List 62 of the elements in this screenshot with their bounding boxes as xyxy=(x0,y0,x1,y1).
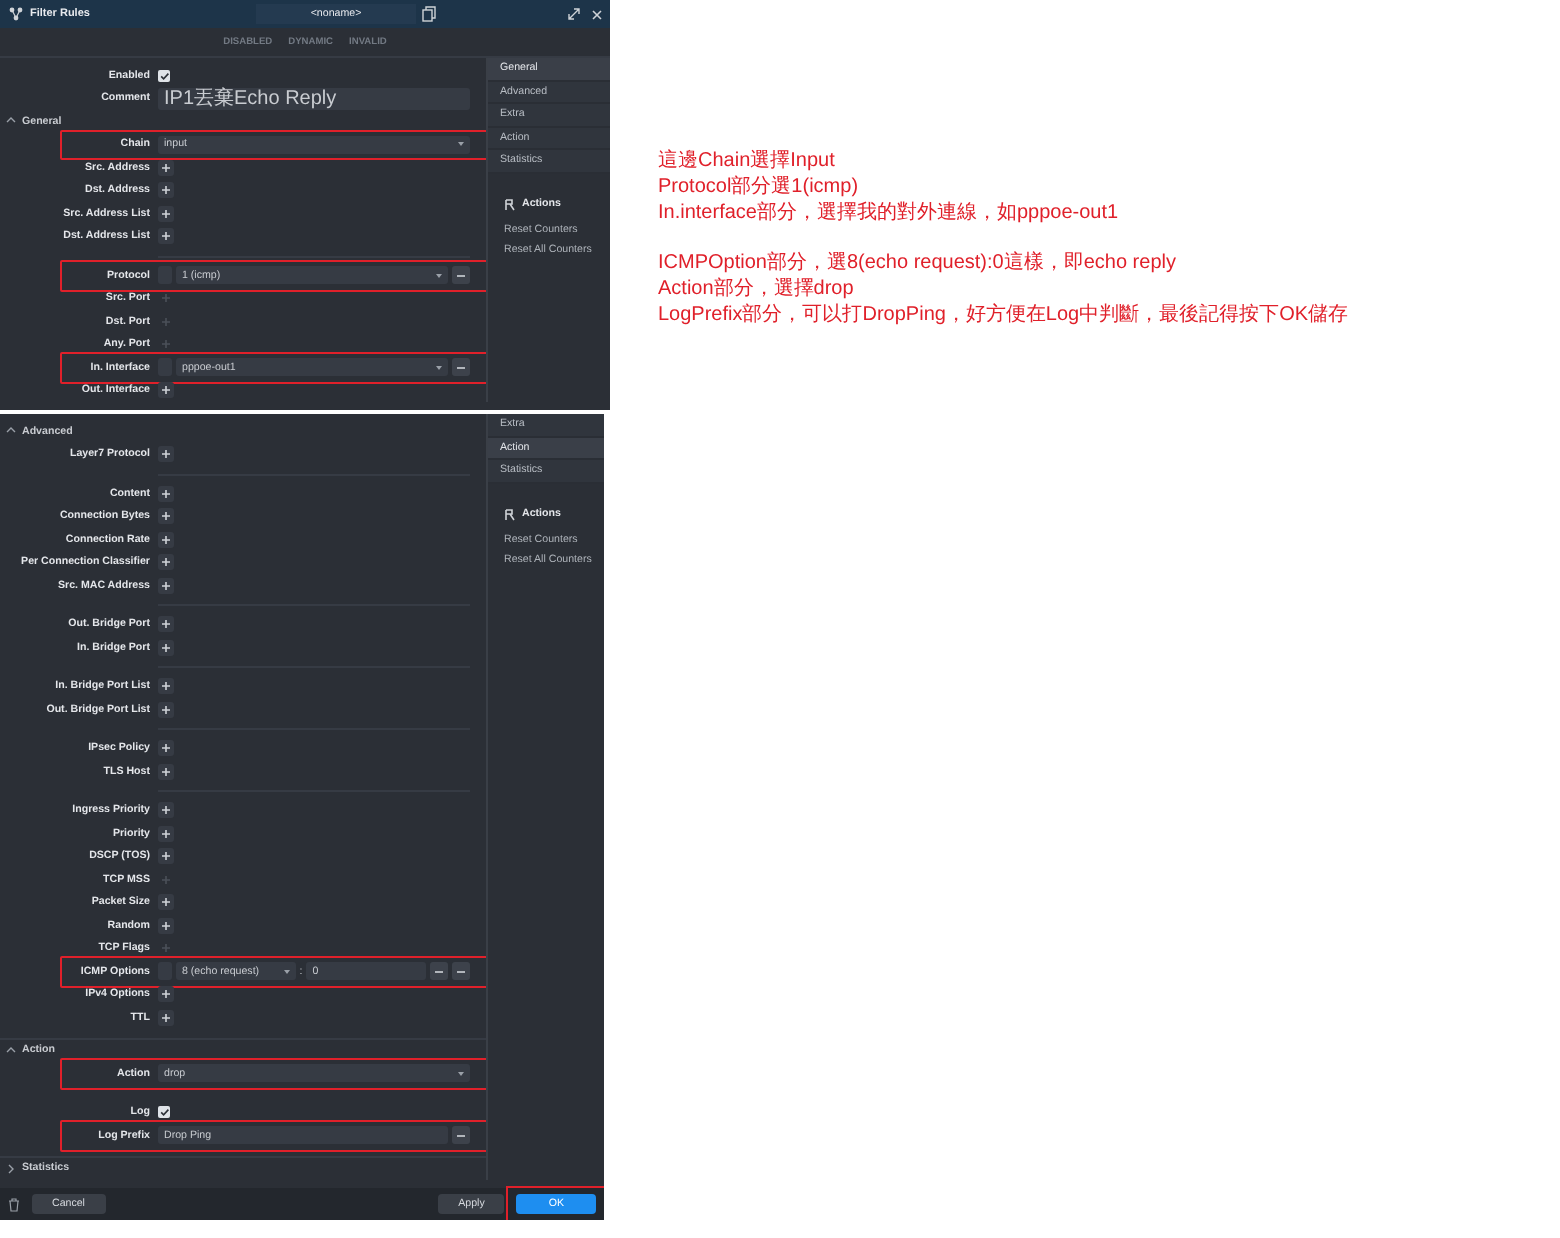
plus-icon xyxy=(160,579,172,592)
plus-icon xyxy=(160,680,172,693)
network-icon xyxy=(8,6,24,22)
trash-icon[interactable] xyxy=(8,1197,20,1211)
plus-icon xyxy=(160,804,172,817)
minus-icon xyxy=(456,273,466,278)
caret-down-icon xyxy=(436,365,442,370)
plus-icon xyxy=(160,448,172,461)
annotation-text: Protocol部分選1(icmp) xyxy=(658,174,861,200)
remove-button[interactable] xyxy=(452,962,471,981)
plus-icon xyxy=(160,765,172,778)
plus-icon xyxy=(160,487,172,500)
chevron-up-icon xyxy=(6,1045,16,1056)
plus-icon xyxy=(160,510,172,523)
annotation-text: Action部分，選擇drop xyxy=(658,276,856,302)
plus-icon xyxy=(160,618,172,631)
minus-icon xyxy=(456,365,466,370)
plus-icon xyxy=(160,292,172,305)
plus-icon xyxy=(160,942,172,955)
annotation-text: ICMPOption部分，選8(echo request):0這樣，即echo reply xyxy=(658,250,1178,276)
plus-icon xyxy=(160,703,172,716)
chevron-right-icon xyxy=(6,1163,16,1174)
plus-icon xyxy=(160,207,172,220)
plus-icon xyxy=(160,315,172,328)
caret-down-icon xyxy=(458,1071,464,1076)
plus-icon xyxy=(160,896,172,909)
text-field[interactable]: IP1丟棄Echo Reply xyxy=(158,87,470,110)
plus-icon xyxy=(160,919,172,932)
remove-button[interactable] xyxy=(452,266,470,285)
minus-icon xyxy=(456,1133,466,1138)
annotation-text: 這邊Chain選擇Input xyxy=(658,148,837,174)
copy-icon[interactable] xyxy=(422,6,436,22)
caret-down-icon xyxy=(283,969,290,974)
remove-button[interactable] xyxy=(430,962,449,981)
plus-icon xyxy=(160,161,172,174)
close-icon[interactable] xyxy=(592,9,602,19)
plus-icon xyxy=(160,641,172,654)
plus-icon xyxy=(160,827,172,840)
checkbox[interactable] xyxy=(158,1106,170,1119)
plus-icon xyxy=(160,338,172,351)
remove-button[interactable] xyxy=(452,358,470,377)
check-icon xyxy=(159,71,169,80)
checkbox[interactable] xyxy=(158,69,170,82)
plus-icon xyxy=(160,184,172,197)
plus-icon xyxy=(160,988,172,1001)
chevron-up-icon xyxy=(6,426,16,437)
caret-down-icon xyxy=(436,273,442,278)
remove-button[interactable] xyxy=(452,1126,470,1145)
plus-icon xyxy=(160,556,172,569)
plus-icon xyxy=(160,850,172,863)
plus-icon xyxy=(160,384,172,397)
check-icon xyxy=(159,1108,169,1117)
plus-icon xyxy=(160,742,172,755)
expand-icon[interactable] xyxy=(568,8,580,20)
caret-down-icon xyxy=(458,142,464,147)
chevron-up-icon xyxy=(6,116,16,127)
annotation-text: LogPrefix部分，可以打DropPing，好方便在Log中判斷，最後記得按下OK儲存 xyxy=(658,302,1349,328)
plus-icon xyxy=(160,873,172,886)
plus-icon xyxy=(160,230,172,243)
plus-icon xyxy=(160,1011,172,1024)
annotation-text: In.interface部分，選擇我的對外連線，如pppoe-out1 xyxy=(658,200,1121,226)
plus-icon xyxy=(160,533,172,546)
